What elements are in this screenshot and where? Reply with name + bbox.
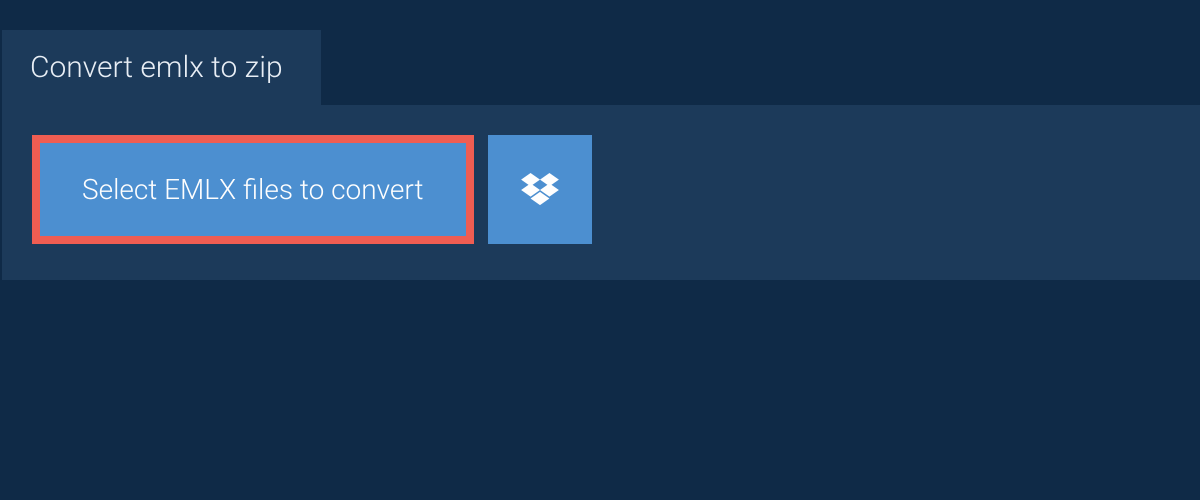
- dropbox-icon: [521, 173, 559, 207]
- button-row: Select EMLX files to convert: [32, 135, 1170, 244]
- dropbox-button[interactable]: [488, 135, 592, 244]
- select-files-button[interactable]: Select EMLX files to convert: [40, 143, 466, 236]
- content-panel: Select EMLX files to convert: [2, 105, 1200, 280]
- page-title: Convert emlx to zip: [30, 50, 283, 85]
- tab-header: Convert emlx to zip: [2, 30, 321, 105]
- select-files-highlight: Select EMLX files to convert: [32, 135, 474, 244]
